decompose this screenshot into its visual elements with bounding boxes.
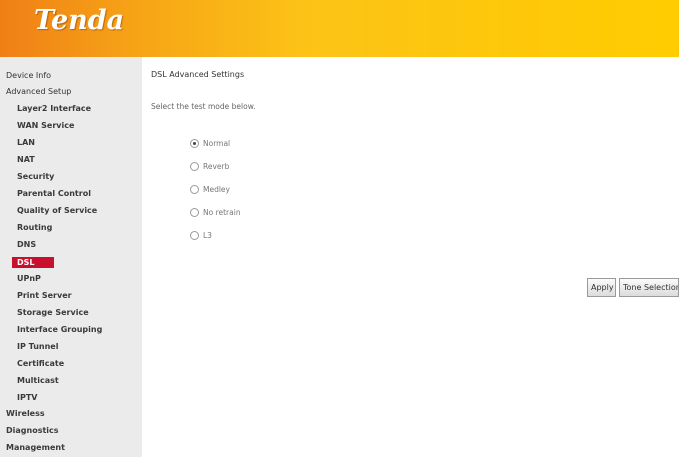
mode-reverb-radio[interactable]	[190, 162, 199, 171]
nav-parental-control[interactable]: Parental Control	[17, 188, 91, 199]
nav-storage-service[interactable]: Storage Service	[17, 307, 89, 318]
nav-quality-of-service[interactable]: Quality of Service	[17, 205, 97, 216]
tone-selection-button[interactable]: Tone Selection	[619, 278, 679, 297]
nav-certificate[interactable]: Certificate	[17, 358, 64, 369]
nav-ip-tunnel[interactable]: IP Tunnel	[17, 341, 58, 352]
mode-normal-radio[interactable]	[190, 139, 199, 148]
nav-routing[interactable]: Routing	[17, 222, 52, 233]
header-banner: Tenda	[0, 0, 679, 57]
mode-medley-label: Medley	[203, 185, 230, 194]
mode-no-retrain-label: No retrain	[203, 208, 241, 217]
mode-reverb-label: Reverb	[203, 162, 230, 171]
nav-lan[interactable]: LAN	[17, 137, 35, 148]
nav-dsl[interactable]: DSL	[12, 257, 54, 268]
nav-interface-grouping[interactable]: Interface Grouping	[17, 324, 102, 335]
nav-upnp[interactable]: UPnP	[17, 273, 41, 284]
main-content: DSL Advanced Settings Select the test mo…	[142, 57, 679, 457]
nav-device-info[interactable]: Device Info	[6, 70, 51, 81]
page-title: DSL Advanced Settings	[151, 70, 245, 79]
nav-wireless[interactable]: Wireless	[6, 408, 45, 419]
instruction-text: Select the test mode below.	[151, 102, 256, 111]
mode-l3-label: L3	[203, 231, 212, 240]
nav-multicast[interactable]: Multicast	[17, 375, 59, 386]
mode-medley-radio[interactable]	[190, 185, 199, 194]
sidebar-nav: Device Info Advanced Setup Layer2 Interf…	[0, 57, 142, 457]
mode-no-retrain-radio[interactable]	[190, 208, 199, 217]
tenda-logo: Tenda	[34, 5, 125, 36]
nav-security[interactable]: Security	[17, 171, 54, 182]
mode-normal-label: Normal	[203, 139, 231, 148]
nav-management[interactable]: Management	[6, 442, 65, 453]
nav-layer2-interface[interactable]: Layer2 Interface	[17, 103, 91, 114]
nav-diagnostics[interactable]: Diagnostics	[6, 425, 59, 436]
nav-nat[interactable]: NAT	[17, 154, 35, 165]
mode-l3-radio[interactable]	[190, 231, 199, 240]
nav-advanced-setup[interactable]: Advanced Setup	[6, 86, 71, 97]
nav-iptv[interactable]: IPTV	[17, 392, 38, 403]
nav-wan-service[interactable]: WAN Service	[17, 120, 74, 131]
nav-print-server[interactable]: Print Server	[17, 290, 72, 301]
nav-dns[interactable]: DNS	[17, 239, 36, 250]
apply-button[interactable]: Apply	[587, 278, 616, 297]
